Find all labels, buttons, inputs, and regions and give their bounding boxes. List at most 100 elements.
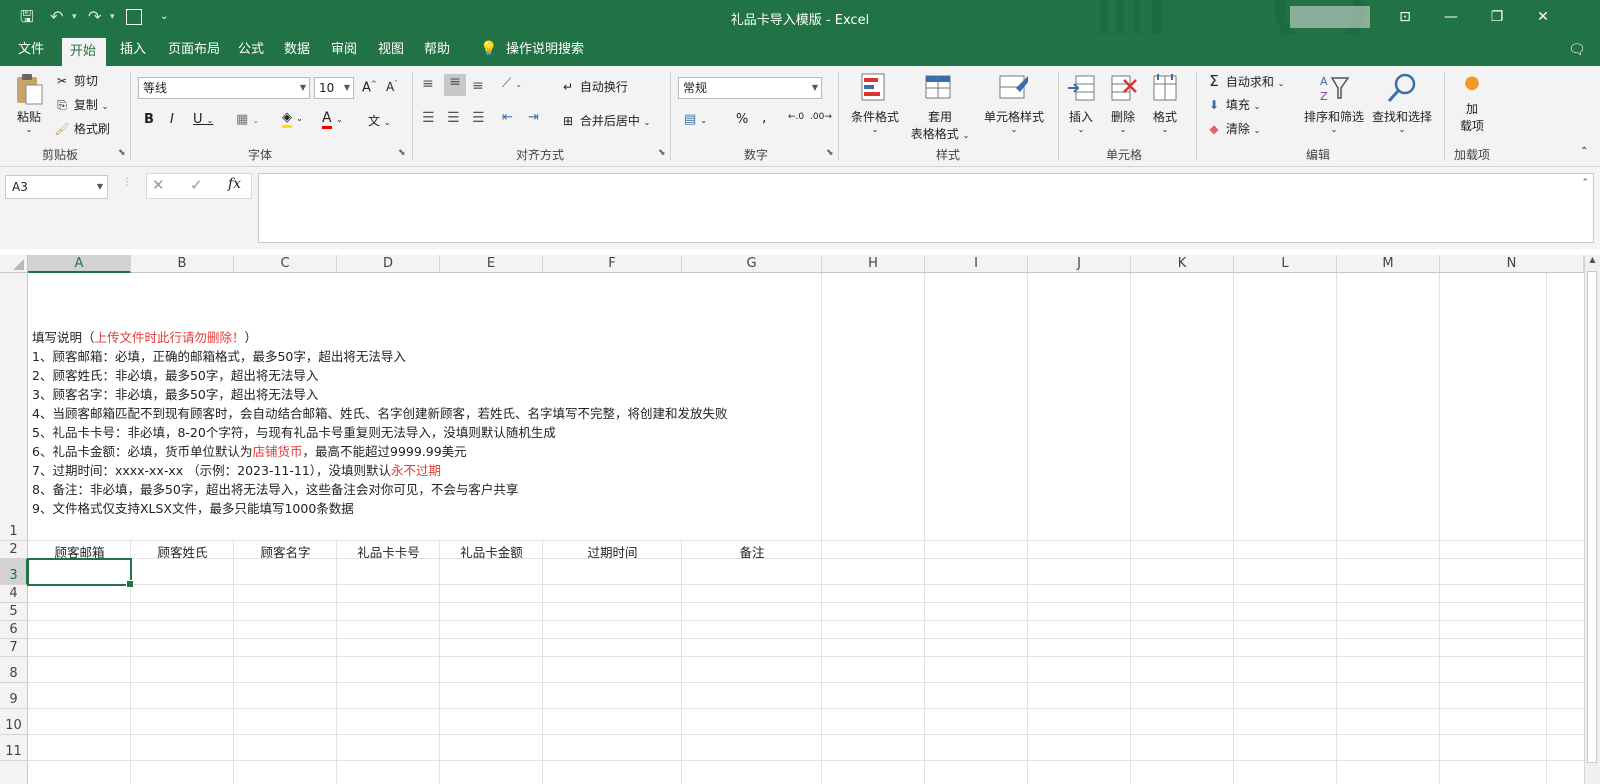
increase-font-icon[interactable]: A^: [362, 80, 377, 95]
delete-cells-button[interactable]: 删除 ⌄: [1104, 72, 1142, 134]
row-header-6[interactable]: 6: [0, 621, 28, 639]
font-name-select[interactable]: 等线 ▼: [138, 77, 310, 99]
align-bottom-icon[interactable]: ≡: [472, 78, 484, 94]
wrap-text-button[interactable]: ↵ 自动换行: [560, 78, 628, 95]
decrease-font-icon[interactable]: Aˇ: [386, 80, 398, 94]
fill-handle[interactable]: [126, 580, 134, 588]
tab-page-layout[interactable]: 页面布局: [160, 34, 228, 66]
italic-button[interactable]: I: [170, 112, 174, 127]
find-select-button[interactable]: 查找和选择 ⌄: [1370, 72, 1434, 134]
column-header-l[interactable]: L: [1234, 255, 1337, 273]
number-launcher-icon[interactable]: ⬊: [826, 148, 834, 158]
font-color-icon[interactable]: A ⌄: [322, 110, 343, 129]
column-header-d[interactable]: D: [337, 255, 440, 273]
row-header-10[interactable]: 10: [0, 709, 28, 735]
column-header-a[interactable]: A: [28, 255, 131, 273]
autosum-button[interactable]: Σ 自动求和 ⌄: [1206, 72, 1284, 90]
tab-data[interactable]: 数据: [276, 34, 318, 66]
column-header-k[interactable]: K: [1131, 255, 1234, 273]
tab-review[interactable]: 审阅: [323, 34, 365, 66]
close-button[interactable]: ✕: [1520, 4, 1566, 30]
restore-button[interactable]: ❐: [1474, 4, 1520, 30]
header-expiry[interactable]: 过期时间: [543, 542, 682, 561]
number-format-select[interactable]: 常规 ▼: [678, 77, 822, 99]
column-header-c[interactable]: C: [234, 255, 337, 273]
minimize-button[interactable]: —: [1428, 4, 1474, 30]
merge-center-button[interactable]: ⊞ 合并后居中 ⌄: [560, 112, 650, 129]
active-cell-a3[interactable]: [27, 558, 134, 588]
addins-button[interactable]: ● 加载项: [1452, 72, 1492, 134]
account-avatar[interactable]: [1290, 6, 1370, 28]
align-top-icon[interactable]: ≡: [422, 76, 434, 92]
header-last-name[interactable]: 顾客姓氏: [131, 542, 234, 561]
vertical-scrollbar[interactable]: ▲: [1584, 255, 1600, 784]
paste-button[interactable]: 粘贴 ⌄: [12, 72, 46, 134]
conditional-formatting-button[interactable]: 条件格式 ⌄: [848, 72, 902, 134]
select-all-button[interactable]: [0, 255, 28, 273]
column-header-j[interactable]: J: [1028, 255, 1131, 273]
header-notes[interactable]: 备注: [682, 542, 822, 561]
row-header-3[interactable]: 3: [0, 559, 28, 585]
row-header-9[interactable]: 9: [0, 683, 28, 709]
decrease-indent-icon[interactable]: ⇤: [502, 110, 513, 125]
bold-button[interactable]: B: [144, 112, 154, 127]
row-header-7[interactable]: 7: [0, 639, 28, 657]
underline-button[interactable]: U ⌄: [193, 112, 213, 127]
comments-icon[interactable]: 🗨: [1568, 42, 1586, 58]
header-card-number[interactable]: 礼品卡卡号: [337, 542, 440, 561]
cut-button[interactable]: ✂ 剪切: [54, 72, 98, 89]
tell-me-search[interactable]: 操作说明搜索: [498, 34, 592, 66]
phonetic-guide-icon[interactable]: 文 ⌄: [368, 112, 391, 129]
column-header-h[interactable]: H: [822, 255, 925, 273]
orientation-icon[interactable]: ⟋ ⌄: [502, 76, 522, 91]
row-header-8[interactable]: 8: [0, 657, 28, 683]
row-header-1[interactable]: 1: [0, 273, 28, 541]
tab-view[interactable]: 视图: [370, 34, 412, 66]
formula-input[interactable]: ⌃: [258, 173, 1594, 243]
header-first-name[interactable]: 顾客名字: [234, 542, 337, 561]
column-header-m[interactable]: M: [1337, 255, 1440, 273]
format-painter-button[interactable]: 🖌 格式刷: [54, 120, 109, 137]
cell-styles-button[interactable]: 单元格样式 ⌄: [976, 72, 1052, 134]
format-cells-button[interactable]: 格式 ⌄: [1146, 72, 1184, 134]
insert-function-icon[interactable]: fx: [228, 176, 241, 192]
increase-decimal-icon[interactable]: ←.0: [788, 112, 804, 122]
insert-cells-button[interactable]: 插入 ⌄: [1062, 72, 1100, 134]
sort-filter-button[interactable]: AZ 排序和筛选 ⌄: [1302, 72, 1366, 134]
name-box[interactable]: A3 ▼: [5, 175, 108, 199]
scrollbar-thumb[interactable]: [1587, 271, 1597, 763]
clear-button[interactable]: ◆ 清除 ⌄: [1206, 120, 1260, 137]
row-header-2[interactable]: 2: [0, 541, 28, 559]
copy-button[interactable]: ⎘ 复制 ⌄: [54, 96, 108, 113]
column-header-n[interactable]: N: [1440, 255, 1584, 273]
tab-insert[interactable]: 插入: [112, 34, 154, 66]
align-middle-icon[interactable]: ≡: [444, 74, 466, 96]
column-header-b[interactable]: B: [131, 255, 234, 273]
align-left-icon[interactable]: ☰: [422, 110, 435, 126]
column-header-f[interactable]: F: [543, 255, 682, 273]
alignment-launcher-icon[interactable]: ⬊: [658, 148, 666, 158]
column-header-i[interactable]: I: [925, 255, 1028, 273]
fill-color-icon[interactable]: ◈ ⌄: [282, 110, 303, 128]
clipboard-launcher-icon[interactable]: ⬊: [118, 148, 126, 158]
font-size-select[interactable]: 10 ▼: [314, 77, 354, 99]
accounting-format-icon[interactable]: ▤ ⌄: [684, 112, 707, 127]
column-header-e[interactable]: E: [440, 255, 543, 273]
align-right-icon[interactable]: ☰: [472, 110, 485, 126]
collapse-ribbon-icon[interactable]: ⌃: [1580, 146, 1588, 157]
tab-formulas[interactable]: 公式: [230, 34, 272, 66]
enter-entry-icon[interactable]: ✓: [190, 176, 203, 194]
row-header-12[interactable]: [0, 761, 28, 784]
cancel-entry-icon[interactable]: ✕: [152, 176, 165, 194]
ribbon-display-options-icon[interactable]: ⊡: [1382, 4, 1428, 30]
format-as-table-button[interactable]: 套用 表格格式 ⌄: [910, 72, 970, 142]
tab-help[interactable]: 帮助: [416, 34, 458, 66]
decrease-decimal-icon[interactable]: .00→: [810, 112, 832, 122]
comma-style-icon[interactable]: ,: [762, 110, 766, 126]
tab-file[interactable]: 文件: [10, 34, 52, 66]
font-launcher-icon[interactable]: ⬊: [398, 148, 406, 158]
borders-icon[interactable]: ▦ ⌄: [236, 112, 259, 127]
percent-style-icon[interactable]: %: [736, 112, 748, 127]
increase-indent-icon[interactable]: ⇥: [528, 110, 539, 125]
column-header-g[interactable]: G: [682, 255, 822, 273]
